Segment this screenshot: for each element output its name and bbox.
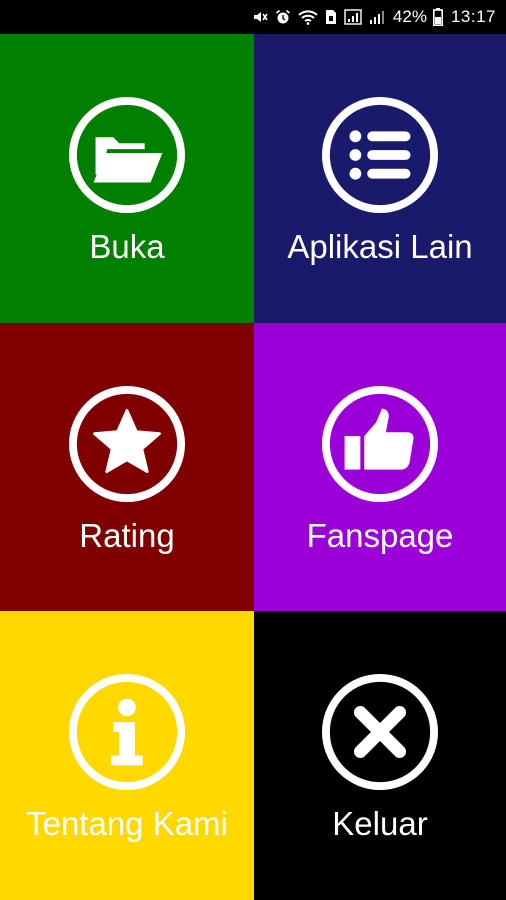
rating-label: Rating [79,517,175,554]
battery-icon [432,8,443,26]
list-icon [321,96,439,214]
aplikasi-lain-button[interactable]: Aplikasi Lain [254,34,506,323]
rating-button[interactable]: Rating [0,323,254,611]
star-icon [68,385,186,503]
wifi-icon [298,10,318,25]
tentang-kami-label: Tentang Kami [26,805,228,842]
clock: 13:17 [450,7,496,26]
menu-grid: Buka Aplikasi Lain Rating Fanspage Tenta… [0,34,506,900]
tentang-kami-button[interactable]: Tentang Kami [0,611,254,900]
keluar-button[interactable]: Keluar [254,611,506,900]
signal-icon [344,9,362,25]
mute-icon [253,12,268,22]
close-icon [321,673,439,791]
alarm-icon [275,9,290,24]
status-icons [252,9,385,25]
info-icon [68,673,186,791]
buka-button[interactable]: Buka [0,34,254,323]
signal-icon-2 [369,11,384,24]
aplikasi-lain-label: Aplikasi Lain [287,228,473,265]
sim-icon [325,10,336,24]
keluar-label: Keluar [332,805,428,842]
buka-label: Buka [89,228,165,265]
fanspage-button[interactable]: Fanspage [254,323,506,611]
fanspage-label: Fanspage [306,517,454,554]
thumbs-up-icon [321,385,439,503]
battery-percent: 42% [392,7,427,26]
status-bar: 42% 13:17 [0,0,506,34]
folder-icon [68,96,186,214]
